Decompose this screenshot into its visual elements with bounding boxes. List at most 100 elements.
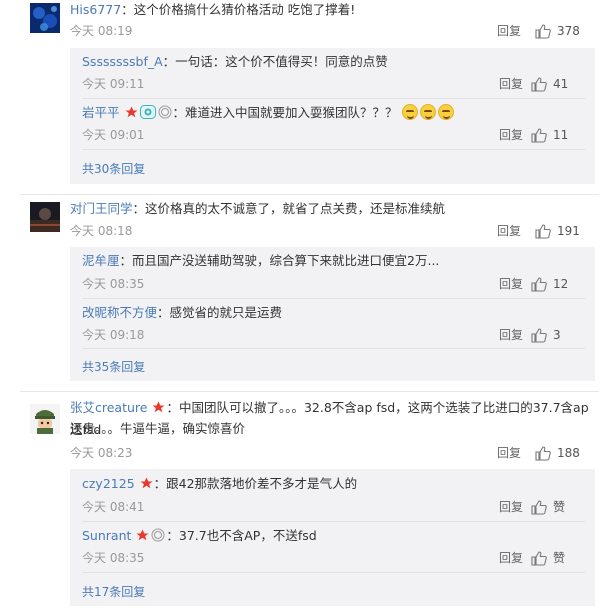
comment-meta: 今天 08:18 回复 191 xyxy=(70,221,599,241)
divider xyxy=(82,348,585,349)
timestamp: 今天 08:35 xyxy=(82,277,145,291)
reply-button[interactable]: 回复 xyxy=(499,74,523,94)
divider xyxy=(20,391,599,392)
reply-content: 泥牟厘：而且国产没送辅助驾驶，综合算下来就比进口便宜2万... xyxy=(82,253,440,268)
comment-meta: 今天 08:23 回复 188 xyxy=(70,443,599,463)
thumbs-up-icon xyxy=(531,128,547,143)
reply-text: 一句话：这个价不值得买！同意的点赞 xyxy=(175,54,388,69)
username[interactable]: 改昵称不方便 xyxy=(82,305,157,320)
reply-meta: 今天 08:35 回复 赞 xyxy=(82,548,595,568)
reply-content: 岩平平 ：难道进入中国就要加入耍猴团队？？？ xyxy=(82,103,585,125)
like-count: 12 xyxy=(553,277,569,291)
like-count: 191 xyxy=(557,224,580,238)
username[interactable]: 对门王同学 xyxy=(70,201,133,216)
thumbs-up-icon xyxy=(531,77,547,92)
divider xyxy=(82,98,585,99)
like-count: 11 xyxy=(553,128,569,142)
reply-button[interactable]: 回复 xyxy=(499,325,523,345)
reply-content: 改昵称不方便：感觉省的就只是运费 xyxy=(82,305,283,320)
laughing-emoji-icon xyxy=(401,104,418,120)
laughing-emoji-icon xyxy=(419,104,436,120)
timestamp: 今天 08:41 xyxy=(82,500,145,514)
medal-badge-icon xyxy=(151,528,165,548)
reply-content: czy2125 ：跟42那款落地价差不多才是气人的 xyxy=(82,474,585,496)
star-badge-icon xyxy=(136,528,149,548)
divider xyxy=(82,572,585,573)
avatar[interactable] xyxy=(30,202,60,232)
avatar[interactable] xyxy=(30,3,60,33)
username[interactable]: His6777 xyxy=(70,2,121,17)
thumbs-up-icon xyxy=(535,224,551,239)
comment-meta: 今天 08:19 回复 378 xyxy=(70,21,599,41)
avatar[interactable] xyxy=(30,404,60,434)
thumbs-up-icon xyxy=(531,500,547,515)
like-label: 赞 xyxy=(553,500,566,514)
comment-text: 这个价格搞什么猜价格活动 吃饱了撑着! xyxy=(133,2,356,17)
reply-text: 跟42那款落地价差不多才是气人的 xyxy=(166,476,358,491)
timestamp: 今天 08:35 xyxy=(82,551,145,565)
reply-button[interactable]: 回复 xyxy=(497,21,521,41)
avatar-image xyxy=(30,404,60,434)
more-replies-link[interactable]: 共35条回复 xyxy=(82,358,145,375)
divider xyxy=(82,149,585,150)
reply-content: Sunrant ：37.7也不含AP，不送fsd xyxy=(82,526,585,548)
username[interactable]: Sunrant xyxy=(82,528,131,543)
timestamp: 今天 08:23 xyxy=(70,446,133,460)
thumbs-up-icon xyxy=(535,446,551,461)
reply-meta: 今天 09:11 回复 41 xyxy=(82,74,595,94)
laughing-emoji-icon xyxy=(437,104,454,120)
reply-thread: 泥牟厘：而且国产没送辅助驾驶，综合算下来就比进口便宜2万... 今天 08:35… xyxy=(70,247,595,381)
more-replies-link[interactable]: 共17条回复 xyxy=(82,583,145,600)
reply-button[interactable]: 回复 xyxy=(499,274,523,294)
reply-text: 而且国产没送辅助驾驶，综合算下来就比进口便宜2万... xyxy=(132,253,440,268)
comment-text: 这价格真的太不诚意了，就省了点关费，还是标准续航 xyxy=(145,201,446,216)
avatar-image xyxy=(30,3,60,33)
reply-text: 感觉省的就只是运费 xyxy=(169,305,283,320)
username[interactable]: 岩平平 xyxy=(82,105,120,120)
timestamp: 今天 09:11 xyxy=(82,77,145,91)
reply-meta: 今天 09:01 回复 11 xyxy=(82,125,595,145)
divider xyxy=(82,298,585,299)
username[interactable]: Ssssssssbf_A xyxy=(82,54,163,69)
reply-thread: Ssssssssbf_A：一句话：这个价不值得买！同意的点赞 今天 09:11 … xyxy=(70,48,595,184)
timestamp: 今天 09:18 xyxy=(82,328,145,342)
reply-meta: 今天 08:41 回复 赞 xyxy=(82,497,595,517)
timestamp: 今天 08:19 xyxy=(70,24,133,38)
comment-text-line2: 还贵。。。牛逼牛逼，确实惊喜价 xyxy=(70,421,246,436)
reply-button[interactable]: 回复 xyxy=(499,497,523,517)
reply-button[interactable]: 回复 xyxy=(497,221,521,241)
like-count: 41 xyxy=(553,77,569,91)
divider xyxy=(82,521,585,522)
timestamp: 今天 08:18 xyxy=(70,224,133,238)
like-count: 3 xyxy=(553,328,561,342)
reply-button[interactable]: 回复 xyxy=(499,125,523,145)
reply-thread: czy2125 ：跟42那款落地价差不多才是气人的 今天 08:41 回复 赞 … xyxy=(70,469,595,606)
username[interactable]: czy2125 xyxy=(82,476,135,491)
reply-button[interactable]: 回复 xyxy=(497,443,521,463)
star-badge-icon xyxy=(125,105,138,125)
like-count: 378 xyxy=(557,24,580,38)
like-label: 赞 xyxy=(553,551,566,565)
more-replies-link[interactable]: 共30条回复 xyxy=(82,160,145,177)
divider xyxy=(20,194,599,195)
thumbs-up-icon xyxy=(531,277,547,292)
reply-text: 37.7也不含AP，不送fsd xyxy=(178,528,317,543)
star-badge-icon xyxy=(140,476,153,496)
comment-content: 对门王同学：这价格真的太不诚意了，就省了点关费，还是标准续航 xyxy=(70,201,446,216)
reply-text: 难道进入中国就要加入耍猴团队？？？ xyxy=(185,105,398,120)
comment-content-continued: 还贵。。。牛逼牛逼，确实惊喜价 xyxy=(70,419,595,439)
avatar-image xyxy=(30,202,60,232)
like-count: 188 xyxy=(557,446,580,460)
timestamp: 今天 09:01 xyxy=(82,128,145,142)
username[interactable]: 泥牟厘 xyxy=(82,253,120,268)
reply-meta: 今天 09:18 回复 3 xyxy=(82,325,595,345)
username[interactable]: 张艾creature xyxy=(70,400,147,415)
reply-button[interactable]: 回复 xyxy=(499,548,523,568)
eye-badge-icon xyxy=(139,105,156,125)
reply-meta: 今天 08:35 回复 12 xyxy=(82,274,595,294)
medal-badge-icon xyxy=(158,105,172,125)
thumbs-up-icon xyxy=(531,551,547,566)
thumbs-up-icon xyxy=(535,24,551,39)
comment-content: His6777：这个价格搞什么猜价格活动 吃饱了撑着! xyxy=(70,2,356,17)
star-badge-icon xyxy=(152,400,165,420)
